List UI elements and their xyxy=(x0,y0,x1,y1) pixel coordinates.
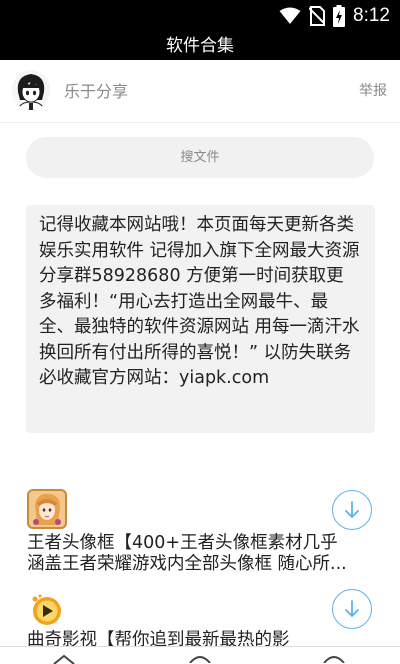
download-arrow-icon xyxy=(345,501,359,518)
game-character-icon xyxy=(27,489,67,529)
wifi-icon xyxy=(279,7,301,24)
download-button[interactable] xyxy=(332,490,372,530)
cookie-video-icon xyxy=(27,590,65,628)
user-bar: 乐于分享 举报 xyxy=(0,60,400,123)
avatar[interactable] xyxy=(12,70,50,110)
notice-card: 记得收藏本网站哦！本页面每天更新各类娱乐实用软件 记得加入旗下全网最大资源分享群… xyxy=(26,205,375,433)
nav-home-icon[interactable] xyxy=(52,654,76,664)
list-item[interactable]: 曲奇影视【帮你追到最新最热的影 xyxy=(0,588,400,646)
app-title: 王者头像框【400+王者头像框素材几乎涵盖王者荣耀游戏内全部头像框 随心所... xyxy=(27,533,347,574)
avatar-image xyxy=(12,70,50,110)
list-item[interactable]: 王者头像框【400+王者头像框素材几乎涵盖王者荣耀游戏内全部头像框 随心所... xyxy=(0,488,400,598)
report-button[interactable]: 举报 xyxy=(359,80,387,100)
download-button[interactable] xyxy=(332,589,372,629)
notice-text: 记得收藏本网站哦！本页面每天更新各类娱乐实用软件 记得加入旗下全网最大资源分享群… xyxy=(39,215,360,388)
bottom-navigation xyxy=(0,646,400,664)
download-arrow-icon xyxy=(345,600,359,617)
page-title: 软件合集 xyxy=(0,32,400,60)
app-title: 曲奇影视【帮你追到最新最热的影 xyxy=(27,630,290,646)
search-input[interactable]: 搜文件 xyxy=(26,137,374,178)
status-icons: 8:12 xyxy=(279,4,390,28)
nav-profile-icon[interactable] xyxy=(322,655,346,663)
status-bar: 8:12 xyxy=(0,0,400,32)
no-sim-icon xyxy=(309,6,326,26)
battery-charging-icon xyxy=(333,5,346,27)
user-name: 乐于分享 xyxy=(64,82,129,101)
status-time: 8:12 xyxy=(353,5,390,26)
nav-discover-icon[interactable] xyxy=(188,655,212,663)
